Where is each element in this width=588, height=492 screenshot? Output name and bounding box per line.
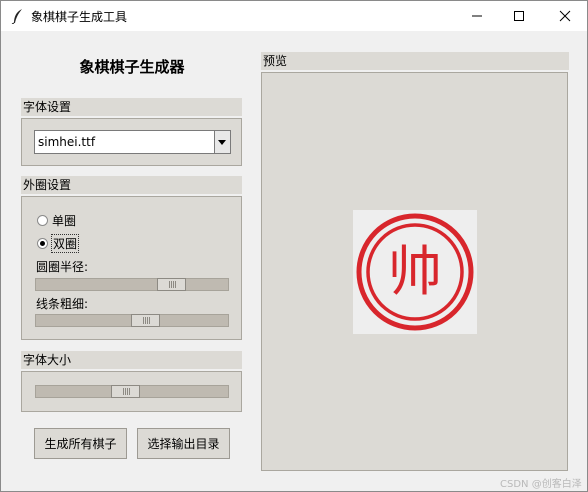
font-select[interactable]: simhei.ttf [34, 130, 231, 154]
double-circle-radio[interactable] [37, 238, 48, 249]
font-select-dropdown[interactable] [214, 131, 230, 153]
feather-icon [11, 9, 22, 24]
piece-character: 帅 [388, 240, 442, 303]
chess-piece-image: 帅 [356, 213, 474, 331]
circle-settings-label: 外圈设置 [21, 176, 242, 194]
close-button[interactable] [543, 1, 587, 31]
font-settings-label: 字体设置 [21, 98, 242, 116]
choose-output-dir-button[interactable]: 选择输出目录 [137, 428, 230, 459]
maximize-icon [514, 11, 524, 21]
preview-image: 帅 [353, 210, 477, 334]
line-width-label: 线条粗细: [36, 297, 89, 311]
line-width-slider[interactable] [35, 314, 229, 327]
close-icon [559, 10, 571, 22]
font-size-slider-thumb[interactable] [111, 385, 140, 398]
single-circle-label: 单圈 [52, 214, 77, 228]
font-select-value: simhei.ttf [38, 135, 96, 149]
watermark-text: CSDN @创客白泽 [500, 479, 582, 490]
double-circle-label: 双圈 [51, 234, 80, 253]
preview-label: 预览 [261, 52, 569, 70]
application-window: 象棋棋子生成工具 象棋棋子生成器 字体设置 simhei.ttf 外圈设置 单圈… [0, 0, 588, 492]
maximize-button[interactable] [497, 1, 541, 31]
radius-slider[interactable] [35, 278, 229, 291]
minimize-icon [472, 15, 482, 17]
chevron-down-icon [218, 140, 226, 145]
font-size-label: 字体大小 [21, 351, 242, 369]
generate-all-button[interactable]: 生成所有棋子 [34, 428, 127, 459]
font-size-slider[interactable] [35, 385, 229, 398]
line-width-slider-thumb[interactable] [131, 314, 160, 327]
title-bar: 象棋棋子生成工具 [1, 1, 587, 31]
window-title: 象棋棋子生成工具 [31, 10, 128, 24]
single-circle-radio[interactable] [37, 215, 48, 226]
radius-slider-thumb[interactable] [157, 278, 186, 291]
radius-label: 圆圈半径: [36, 260, 89, 274]
app-heading: 象棋棋子生成器 [79, 58, 185, 76]
minimize-button[interactable] [455, 1, 499, 31]
